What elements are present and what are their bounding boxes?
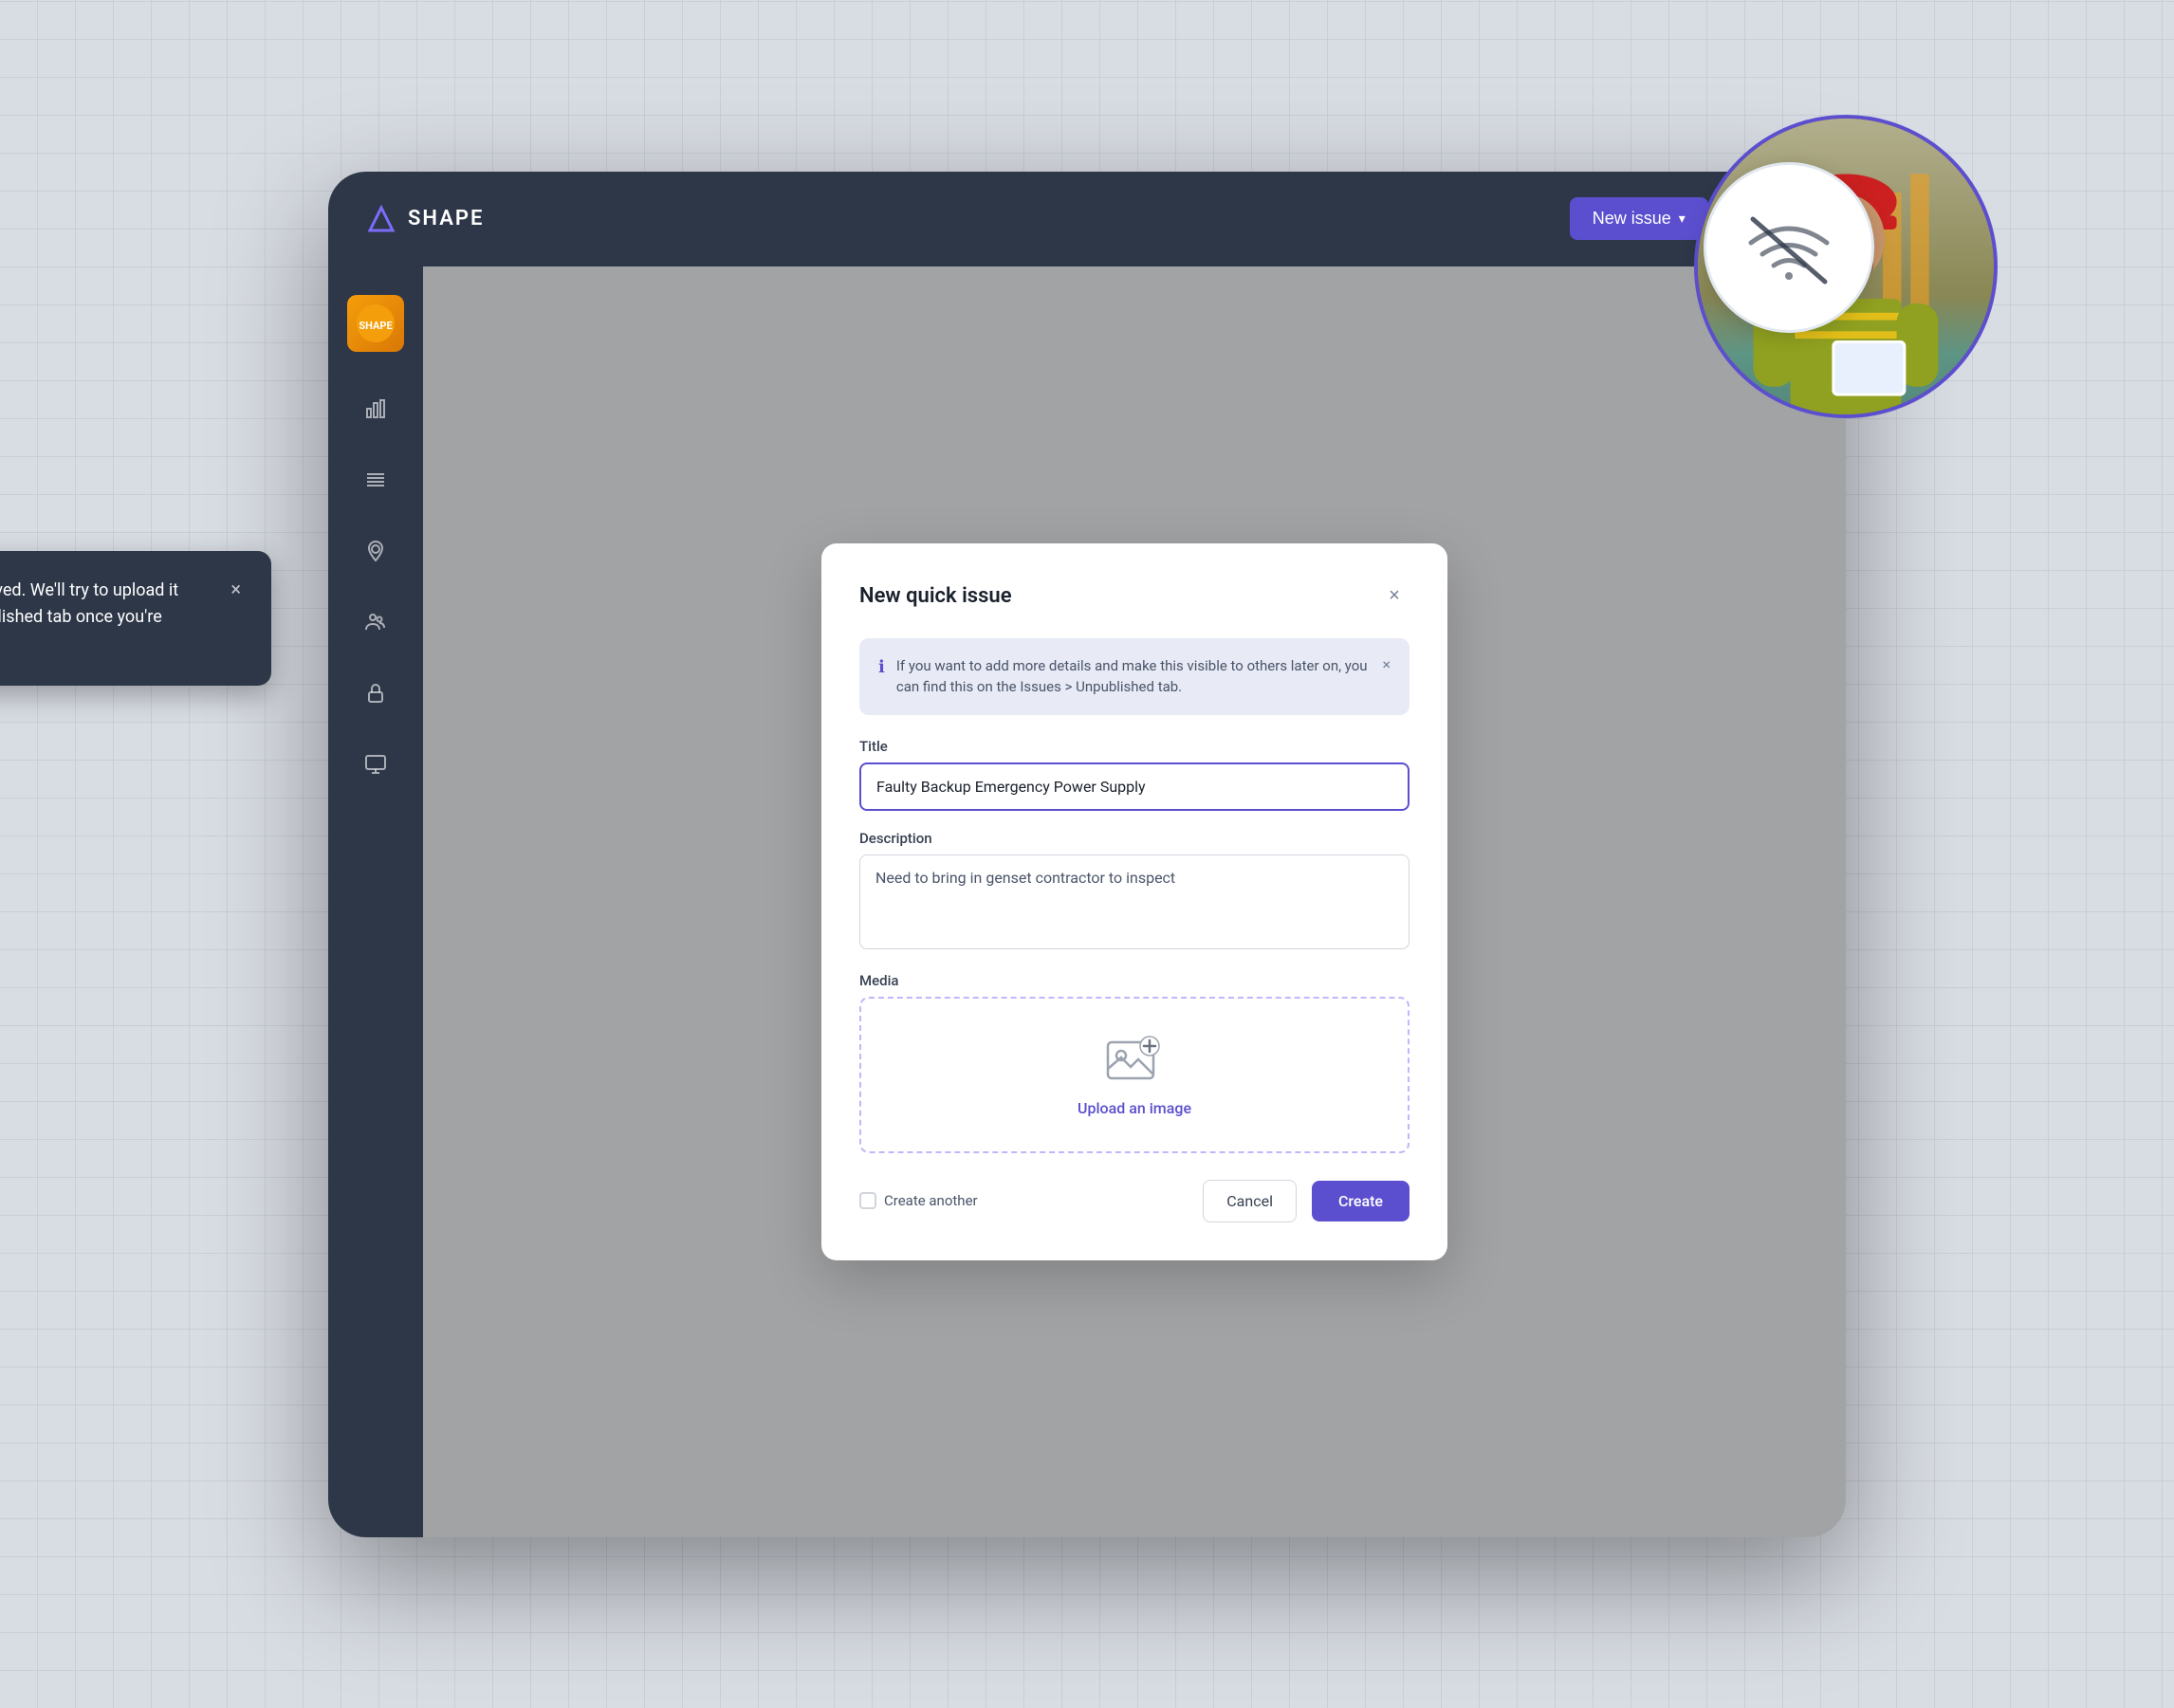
title-field-group: Title (859, 738, 1409, 811)
wifi-off-icon (1741, 210, 1836, 285)
toast-close-button[interactable]: × (230, 578, 241, 600)
sidebar-item-team[interactable] (347, 594, 404, 651)
sidebar-item-analytics[interactable] (347, 380, 404, 437)
description-input[interactable]: Need to bring in genset contractor to in… (859, 854, 1409, 949)
info-banner: ℹ If you want to add more details and ma… (859, 638, 1409, 715)
modal-footer: Create another Cancel Create (859, 1180, 1409, 1222)
create-another-checkbox[interactable] (859, 1192, 876, 1209)
toast-message: Your issue has been saved. We'll try to … (0, 578, 212, 659)
media-upload-area[interactable]: Upload an image (859, 997, 1409, 1153)
info-banner-close-button[interactable]: × (1382, 655, 1391, 673)
description-field-group: Description Need to bring in genset cont… (859, 830, 1409, 953)
sidebar-item-security[interactable] (347, 665, 404, 722)
upload-text-label: Upload an image (1078, 1099, 1191, 1117)
create-button[interactable]: Create (1312, 1181, 1409, 1221)
wifi-off-indicator (1704, 162, 1874, 333)
modal-header: New quick issue × (859, 581, 1409, 612)
description-label: Description (859, 830, 1409, 847)
modal-close-button[interactable]: × (1379, 581, 1409, 612)
cancel-button[interactable]: Cancel (1203, 1180, 1297, 1222)
sidebar-item-media[interactable] (347, 736, 404, 793)
media-label: Media (859, 972, 1409, 989)
svg-text:SHAPE: SHAPE (359, 320, 392, 332)
info-icon: ℹ (878, 657, 885, 677)
upload-icon-wrapper (1106, 1033, 1163, 1088)
sidebar-item-files[interactable] (347, 451, 404, 508)
create-another-wrapper: Create another (859, 1192, 978, 1209)
logo-area: SHAPE (366, 204, 1551, 234)
title-input[interactable] (859, 762, 1409, 811)
sidebar-avatar: SHAPE (347, 295, 404, 352)
media-field-group: Media (859, 972, 1409, 1153)
toast-notification: ⚠️ Your issue has been saved. We'll try … (0, 551, 271, 686)
new-quick-issue-modal: New quick issue × ℹ If you want to add m… (821, 543, 1447, 1260)
info-banner-text: If you want to add more details and make… (896, 655, 1372, 698)
create-another-label: Create another (884, 1192, 978, 1209)
device-wrapper: ⚠️ Your issue has been saved. We'll try … (328, 172, 1846, 1537)
shape-logo-icon (366, 204, 396, 234)
title-label: Title (859, 738, 1409, 755)
modal-title: New quick issue (859, 584, 1012, 608)
app-name: SHAPE (408, 207, 484, 230)
sidebar-item-location[interactable] (347, 523, 404, 579)
upload-image-icon (1106, 1033, 1163, 1084)
sidebar: SHAPE (328, 266, 423, 1537)
decorations-wrapper (1504, 191, 1884, 570)
